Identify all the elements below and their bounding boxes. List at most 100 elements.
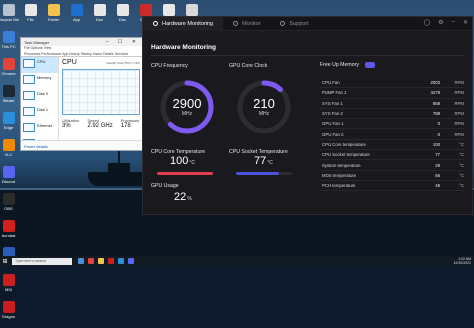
task-view-icon[interactable] xyxy=(78,258,84,264)
desktop-shortcut[interactable]: Doc xyxy=(114,4,131,26)
minimize-icon[interactable]: – xyxy=(452,19,455,26)
cpu-frequency-gauge: 2900 MHz xyxy=(159,79,215,135)
sensor-name: CPU Core temperature xyxy=(322,141,366,147)
desktop-shortcut[interactable]: OBS xyxy=(0,193,17,215)
sensor-value: 48 xyxy=(435,183,440,189)
windows-start-icon[interactable]: ⊞ xyxy=(0,256,10,266)
folder-icon[interactable] xyxy=(98,258,104,264)
sensor-row: GPU Fan 1 0 RPM xyxy=(320,119,466,130)
steam-icon xyxy=(2,85,15,97)
desktop-shortcut[interactable]: MSI xyxy=(0,274,17,296)
task-manager-titlebar[interactable]: Task Manager – ☐ ✕ xyxy=(21,38,143,46)
obs-icon xyxy=(2,193,15,205)
cpu-performance-panel: CPU Intel(R) Core(TM) i7 CPU Utilization… xyxy=(59,57,143,140)
monitor-tab-icon xyxy=(153,21,158,26)
sensor-row: CPU Socket temperature 77 °C xyxy=(320,150,466,161)
sensor-unit: RPM xyxy=(454,100,464,106)
sidebar-item-label: Memory xyxy=(37,75,52,80)
desktop-shortcut[interactable]: App xyxy=(68,4,85,26)
sidebar-item-disk0[interactable]: Disk 0 xyxy=(21,89,58,105)
document-icon xyxy=(93,4,106,16)
msi-icon xyxy=(2,274,15,286)
sensor-name: System temperature xyxy=(322,162,361,168)
sidebar-item-disk1[interactable]: Disk 1 xyxy=(21,105,58,121)
cpu-core-temp-bar xyxy=(157,172,213,175)
window-controls[interactable]: – ☐ ✕ xyxy=(106,39,140,45)
sidebar-item-label: CPU xyxy=(37,59,46,64)
shortcut-label: This PC xyxy=(1,44,16,49)
sensor-unit: RPM xyxy=(454,131,464,137)
task-manager-window[interactable]: Task Manager – ☐ ✕ File Options View Pro… xyxy=(20,37,144,151)
desktop-shortcut[interactable]: Discord xyxy=(0,166,17,188)
acrobat-icon xyxy=(2,220,15,232)
desktop-shortcut[interactable]: Recycle Bin xyxy=(0,4,20,26)
sensor-row: CPU Core temperature 100 °C xyxy=(320,140,466,151)
msi-center-window[interactable]: Hardware Monitoring Monitor Support ◯ ⚙ … xyxy=(142,16,473,215)
shortcut-label: Edge xyxy=(3,125,14,130)
sensor-value: 0 xyxy=(437,131,440,137)
fewer-details-link[interactable]: Fewer details xyxy=(21,140,143,150)
sidebar-item-label: Disk 1 xyxy=(37,107,49,112)
support-tab-icon xyxy=(280,21,286,26)
gear-icon[interactable]: ⚙ xyxy=(438,19,443,26)
msi-icon[interactable] xyxy=(108,258,114,264)
desktop-shortcut[interactable]: File xyxy=(22,4,39,26)
taskbar-search-input[interactable]: Type here to search xyxy=(12,257,72,265)
sensor-name: GPU Fan 1 xyxy=(322,121,344,127)
shortcut-label: Recycle Bin xyxy=(0,17,20,22)
ethernet-sparkline xyxy=(23,123,35,132)
disk-sparkline xyxy=(23,91,35,100)
sensor-unit: RPM xyxy=(454,90,464,96)
system-clock[interactable]: 1:02 AM 12/20/2021 xyxy=(453,257,471,265)
sensor-value: 788 xyxy=(432,111,440,117)
dragon-icon xyxy=(2,301,15,313)
edge-icon[interactable] xyxy=(118,258,124,264)
sensor-value: 77 xyxy=(435,152,440,158)
sensor-unit: RPM xyxy=(454,80,464,86)
free-up-memory-button[interactable] xyxy=(364,62,375,68)
discord-icon xyxy=(2,166,15,178)
desktop-shortcut[interactable]: Doc xyxy=(91,4,108,26)
sidebar-item-cpu[interactable]: CPU xyxy=(21,57,58,73)
game-icon xyxy=(139,4,152,16)
chrome-icon xyxy=(2,58,15,70)
user-icon[interactable]: ◯ xyxy=(424,19,431,26)
cpu-socket-temp-value: 77°C xyxy=(254,155,273,167)
sidebar-item-memory[interactable]: Memory xyxy=(21,73,58,89)
sidebar-item-ethernet[interactable]: Ethernet xyxy=(21,121,58,137)
sensor-unit: RPM xyxy=(454,111,464,117)
sensor-row: CPU Fan 2003 RPM xyxy=(320,78,466,89)
sensor-unit: °C xyxy=(459,183,464,189)
sensor-row: SYS Fan 1 858 RPM xyxy=(320,99,466,109)
app-icon xyxy=(70,4,83,16)
shortcut-label: Folder xyxy=(47,17,60,22)
stat-processes: Processes 178 xyxy=(120,118,140,129)
desktop-shortcut[interactable]: Steam xyxy=(0,85,17,107)
chrome-icon[interactable] xyxy=(88,258,94,264)
discord-icon[interactable] xyxy=(128,258,134,264)
tab-hardware-monitoring[interactable]: Hardware Monitoring xyxy=(143,16,224,31)
desktop-shortcut[interactable]: Folder xyxy=(45,4,62,26)
desktop-shortcut[interactable]: Dragon xyxy=(0,301,17,323)
desktop-shortcut[interactable]: VLC xyxy=(0,139,17,161)
vlc-icon xyxy=(2,139,15,151)
desktop-shortcut[interactable]: This PC xyxy=(0,31,17,53)
monitor-tab-icon xyxy=(233,21,239,26)
tab-monitor[interactable]: Monitor xyxy=(223,17,270,31)
desktop-shortcut[interactable]: Chrome xyxy=(0,58,17,80)
desktop-shortcut[interactable]: Edge xyxy=(0,112,17,134)
close-icon[interactable]: ✕ xyxy=(463,19,468,26)
sensor-list: CPU Fan 2003 RPM PUMP Fan 1 4279 RPM SYS Fan 1… xyxy=(320,78,466,192)
shortcut-label: File xyxy=(27,17,34,22)
cpu-core-temp-value: 100°C xyxy=(170,155,195,167)
shortcut-label: Chrome xyxy=(1,71,16,76)
tab-support[interactable]: Support xyxy=(270,17,318,31)
shortcut-label: Doc xyxy=(95,17,104,22)
desktop-shortcut[interactable]: Acrobat xyxy=(0,220,17,242)
sensor-row: PUMP Fan 1 4279 RPM xyxy=(320,88,466,99)
shortcut-label: MSI xyxy=(4,287,13,292)
cpu-frequency-label: CPU Frequency xyxy=(151,63,188,69)
sidebar-item-label: Ethernet xyxy=(37,123,53,128)
sensor-value: 858 xyxy=(432,100,440,106)
sensor-name: PUMP Fan 1 xyxy=(322,90,347,96)
